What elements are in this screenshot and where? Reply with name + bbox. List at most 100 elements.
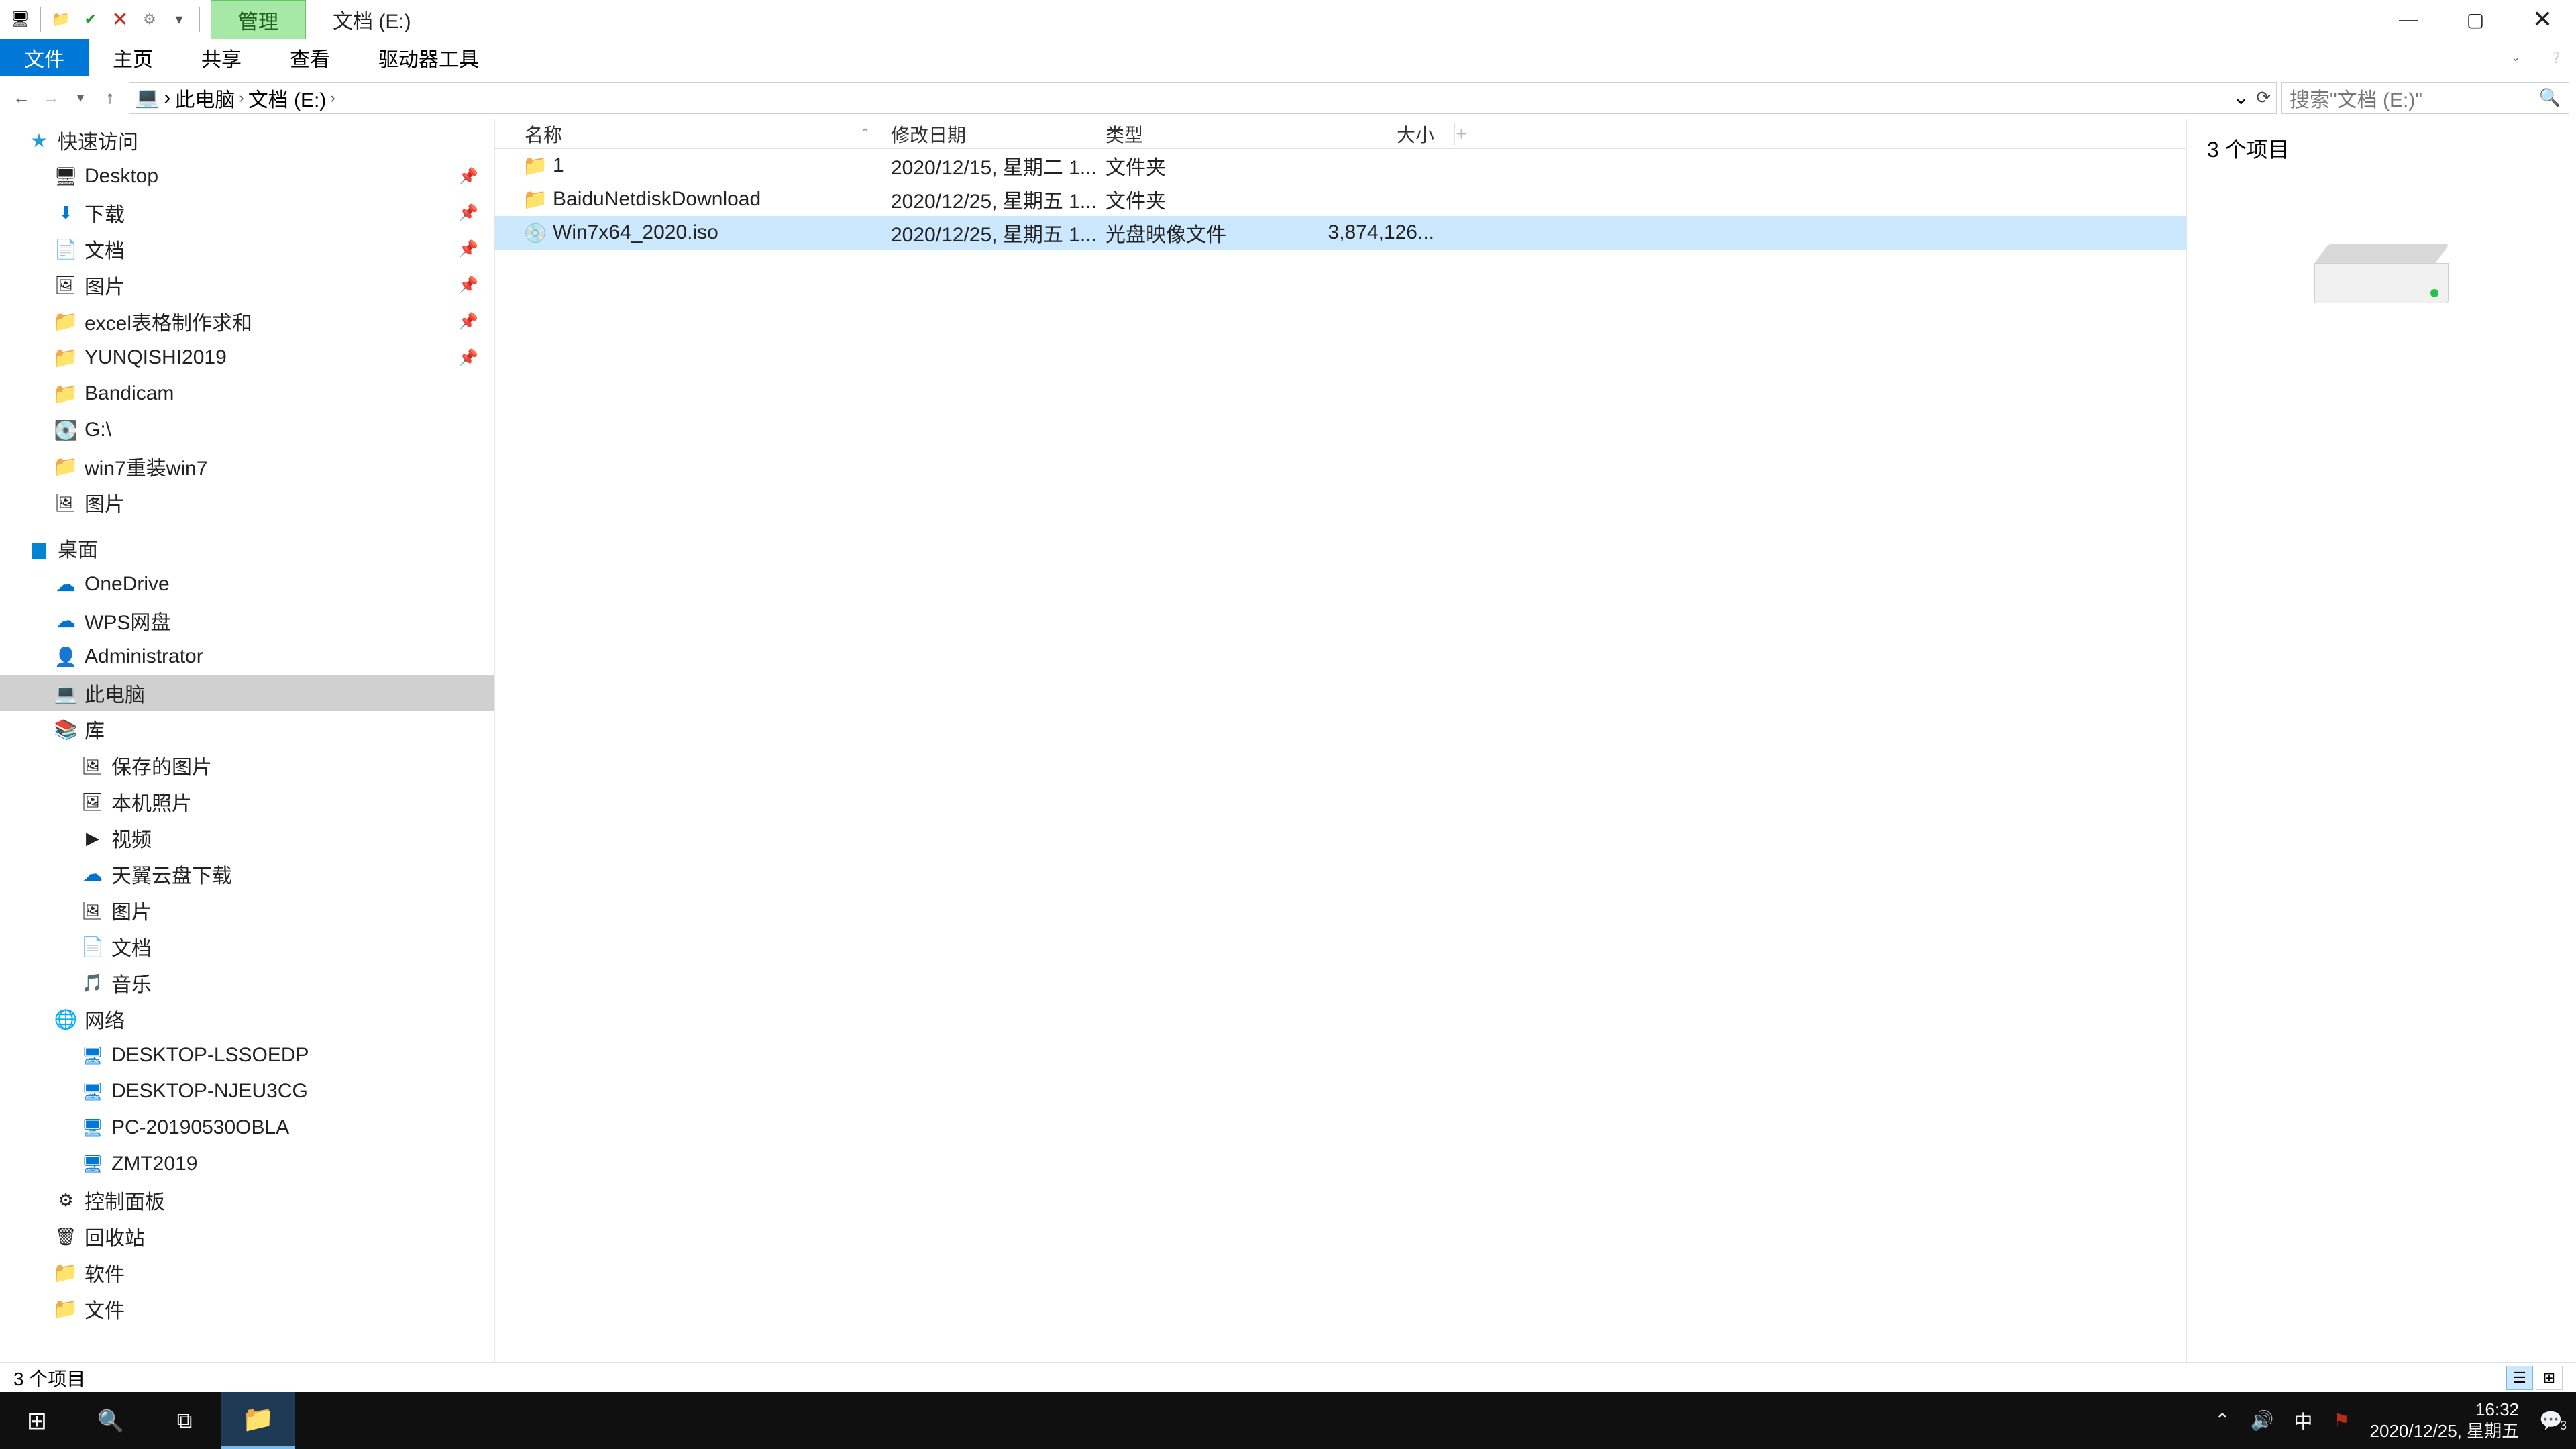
refresh-icon[interactable]: ⟳ [2256,87,2271,108]
tab-share[interactable]: 共享 [177,39,266,76]
maximize-button[interactable]: ▢ [2442,0,2509,39]
nav-net-pc3[interactable]: PC-20190530OBLA [0,1110,494,1146]
nav-desktop[interactable]: Desktop📌 [0,158,494,195]
tab-view[interactable]: 查看 [266,39,354,76]
qat-checkmark-icon[interactable]: ✔ [77,6,104,33]
back-button[interactable]: ← [7,83,36,113]
qat-properties-icon[interactable]: 📁 [48,6,74,33]
nav-network[interactable]: 网络 [0,1001,494,1037]
breadcrumb-this-pc[interactable]: 此电脑 [174,83,235,113]
folder-icon [525,189,546,210]
col-size[interactable]: 大小 [1287,121,1454,148]
tray-chevron-up-icon[interactable]: ⌃ [2214,1409,2230,1432]
file-list-pane: 名称⌃ 修改日期 类型 大小 + 1 2020/12/15, 星期二 1... … [494,119,2187,1362]
breadcrumb-drive[interactable]: 文档 (E:) [248,83,327,113]
nav-net-pc2[interactable]: DESKTOP-NJEU3CG [0,1073,494,1110]
nav-documents2[interactable]: 文档 [0,928,494,965]
nav-quick-access[interactable]: 快速访问 [0,122,494,158]
file-name: 1 [553,154,564,177]
nav-pictures[interactable]: 图片📌 [0,267,494,303]
search-icon[interactable]: 🔍 [2539,87,2561,108]
ribbon-collapse-icon[interactable]: ⌄ [2496,39,2536,76]
nav-yunqishi[interactable]: YUNQISHI2019📌 [0,339,494,376]
file-item-iso[interactable]: Win7x64_2020.iso 2020/12/25, 星期五 1... 光盘… [495,216,2186,250]
nav-bandicam[interactable]: Bandicam [0,376,494,412]
tray-security-icon[interactable]: ⚑ [2332,1409,2349,1432]
taskbar-explorer-button[interactable] [221,1392,295,1449]
col-add-icon[interactable]: + [1454,123,1468,145]
nav-label: Desktop [85,165,158,188]
nav-music[interactable]: 音乐 [0,965,494,1001]
nav-control-panel[interactable]: 控制面板 [0,1182,494,1218]
col-type[interactable]: 类型 [1106,121,1287,148]
nav-this-pc[interactable]: 此电脑 [0,675,494,711]
up-button[interactable]: ↑ [95,83,125,113]
nav-tianyi[interactable]: 天翼云盘下载 [0,856,494,892]
nav-onedrive[interactable]: OneDrive [0,566,494,602]
tray-ime-indicator[interactable]: 中 [2294,1407,2312,1434]
nav-documents[interactable]: 文档📌 [0,231,494,267]
file-size: 3,874,126... [1287,221,1454,244]
nav-pictures3[interactable]: 图片 [0,892,494,928]
details-view-button[interactable]: ☰ [2506,1366,2533,1390]
preview-count: 3 个项目 [2207,133,2556,164]
start-button[interactable] [0,1392,74,1449]
close-button[interactable]: ✕ [2509,0,2576,39]
nav-net-pc4[interactable]: ZMT2019 [0,1146,494,1182]
nav-label: 下载 [85,198,125,227]
task-view-button[interactable] [148,1392,221,1449]
nav-pictures2[interactable]: 图片 [0,484,494,521]
nav-files[interactable]: 文件 [0,1291,494,1327]
file-type: 文件夹 [1106,184,1287,214]
library-icon [54,717,78,741]
video-icon [80,826,105,850]
nav-desktop-section[interactable]: 桌面 [0,530,494,566]
taskbar-search-button[interactable] [74,1392,148,1449]
chevron-right-icon[interactable]: › [164,87,170,109]
nav-administrator[interactable]: Administrator [0,639,494,675]
qat-gear-icon[interactable]: ⚙ [136,6,163,33]
nav-win7[interactable]: win7重装win7 [0,448,494,484]
nav-software[interactable]: 软件 [0,1254,494,1291]
clock-time: 16:32 [2370,1399,2520,1420]
nav-label: 视频 [111,823,152,853]
nav-recycle-bin[interactable]: 回收站 [0,1218,494,1254]
nav-saved-pictures[interactable]: 保存的图片 [0,747,494,784]
chevron-right-icon[interactable]: › [330,89,335,107]
chevron-right-icon[interactable]: › [239,89,244,107]
qat-delete-icon[interactable]: ✕ [107,6,133,33]
col-date[interactable]: 修改日期 [891,121,1106,148]
search-input[interactable]: 搜索"文档 (E:)" 🔍 [2281,82,2569,114]
tray-clock[interactable]: 16:32 2020/12/25, 星期五 [2370,1399,2520,1441]
qat-dropdown-icon[interactable]: ▾ [166,6,193,33]
body-area: 快速访问 Desktop📌 下载📌 文档📌 图片📌 excel表格制作求和📌 Y… [0,119,2576,1362]
nav-g-drive[interactable]: G:\ [0,412,494,448]
nav-net-pc1[interactable]: DESKTOP-LSSOEDP [0,1037,494,1073]
path-dropdown-icon[interactable]: ⌄ [2233,86,2249,109]
file-item-folder[interactable]: BaiduNetdiskDownload 2020/12/25, 星期五 1..… [495,182,2186,216]
nav-excel[interactable]: excel表格制作求和📌 [0,303,494,339]
nav-camera-roll[interactable]: 本机照片 [0,784,494,820]
drive-tools-context-tab[interactable]: 管理 [211,0,306,39]
nav-downloads[interactable]: 下载📌 [0,195,494,231]
path-box[interactable]: 💻 › 此电脑 › 文档 (E:) › ⌄ ⟳ [129,82,2277,114]
recent-locations-icon[interactable]: ▾ [66,83,95,113]
thumbnails-view-button[interactable]: ⊞ [2536,1366,2563,1390]
forward-button[interactable]: → [36,83,66,113]
nav-wps[interactable]: WPS网盘 [0,602,494,639]
tray-volume-icon[interactable]: 🔊 [2251,1409,2274,1432]
nav-label: 文件 [85,1294,125,1324]
nav-libraries[interactable]: 库 [0,711,494,747]
action-center-icon[interactable]: 💬3 [2539,1409,2563,1432]
tab-home[interactable]: 主页 [89,39,177,76]
tab-drive-tools[interactable]: 驱动器工具 [354,39,503,76]
help-icon[interactable]: ❔ [2536,39,2576,76]
nav-label: ZMT2019 [111,1152,197,1175]
file-item-folder[interactable]: 1 2020/12/15, 星期二 1... 文件夹 [495,149,2186,182]
quick-access-toolbar: 🖥 📁 ✔ ✕ ⚙ ▾ [0,0,211,39]
minimize-button[interactable]: — [2375,0,2442,39]
col-name[interactable]: 名称⌃ [495,121,891,148]
nav-videos[interactable]: 视频 [0,820,494,856]
tab-file[interactable]: 文件 [0,39,89,76]
qat-app-icon[interactable]: 🖥 [7,6,34,33]
